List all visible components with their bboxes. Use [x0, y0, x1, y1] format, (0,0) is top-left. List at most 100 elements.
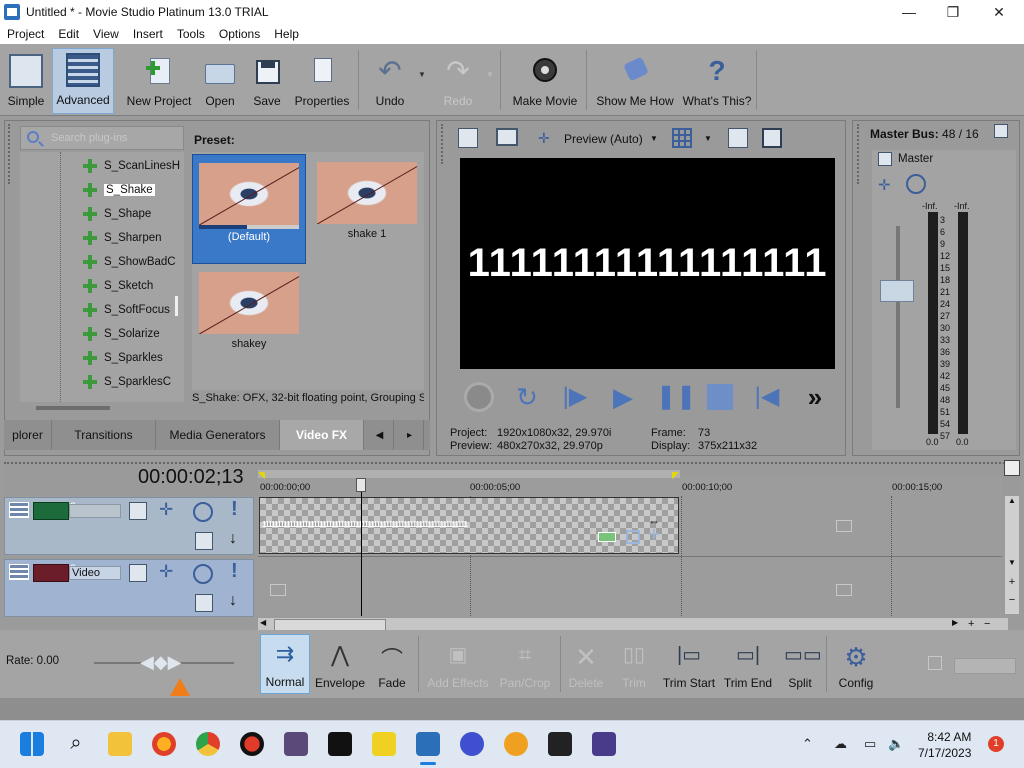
overlays-chevron-icon[interactable]: ▼ — [704, 134, 712, 143]
volume-icon[interactable]: 🔈 — [888, 736, 904, 752]
loop-end-marker-icon[interactable]: ◤ — [672, 470, 679, 481]
undo-dropdown-icon[interactable]: ▼ — [418, 70, 426, 79]
davinci-icon[interactable] — [548, 732, 572, 756]
tab-transitions[interactable]: Transitions — [52, 420, 156, 450]
track-compositing-icon[interactable] — [195, 532, 213, 550]
record-icon[interactable] — [464, 382, 494, 412]
tree-item-selected[interactable]: S_Shake — [82, 180, 155, 200]
menu-view[interactable]: View — [86, 27, 126, 41]
rate-marker-icon[interactable] — [170, 678, 190, 696]
add-effects-button[interactable]: ▣ Add Effects — [426, 634, 490, 694]
track-pan-icon[interactable]: ✛ — [159, 500, 173, 520]
stop-icon[interactable] — [705, 382, 735, 412]
save-button[interactable]: Save — [248, 48, 286, 114]
yellow-app-icon[interactable] — [372, 732, 396, 756]
tree-item[interactable]: S_ScanLinesH — [82, 156, 180, 176]
track-solo-icon[interactable]: ! — [231, 560, 238, 583]
zoom-in-vertical-icon[interactable]: + — [1005, 576, 1019, 590]
menu-insert[interactable]: Insert — [126, 27, 170, 41]
envelope-edit-tool[interactable]: ⋀ Envelope — [314, 634, 366, 694]
video-app-icon[interactable] — [284, 732, 308, 756]
search-input[interactable]: Search plug-ins — [20, 126, 184, 150]
track-solo-icon[interactable]: ! — [231, 498, 238, 521]
close-button[interactable]: ✕ — [976, 0, 1022, 24]
loop-start-marker-icon[interactable]: ◥ — [258, 470, 265, 481]
track-mute-icon[interactable] — [193, 564, 213, 584]
track-header-video-3[interactable]: 3 Video ✛ ! ↓ — [4, 559, 254, 617]
file-explorer-icon[interactable] — [108, 732, 132, 756]
network-icon[interactable]: ▭ — [864, 736, 876, 752]
master-pan-icon[interactable]: ✛ — [878, 176, 891, 194]
preset-shakey[interactable]: shakey — [192, 264, 306, 374]
redo-dropdown-icon[interactable]: ▼ — [486, 70, 494, 79]
tree-item[interactable]: S_Sharpen — [82, 228, 162, 248]
video-event-clip[interactable]: 1111111111111111111111111111111111111111… — [259, 497, 679, 554]
new-project-button[interactable]: New Project — [124, 48, 194, 114]
menu-tools[interactable]: Tools — [170, 27, 212, 41]
advanced-button[interactable]: Advanced — [52, 48, 114, 114]
external-monitor-icon[interactable] — [496, 128, 518, 146]
menu-project[interactable]: Project — [0, 27, 51, 41]
trim-end-button[interactable]: ▭| Trim End — [722, 634, 774, 694]
normal-edit-tool[interactable]: ⇉ Normal — [260, 634, 310, 694]
tray-chevron-icon[interactable]: ⌃ — [802, 736, 813, 752]
config-button[interactable]: ⚙ Config — [834, 634, 878, 694]
tab-video-fx[interactable]: Video FX — [280, 420, 364, 450]
open-button[interactable]: Open — [200, 48, 240, 114]
track-expand-icon[interactable] — [9, 502, 29, 518]
tree-item[interactable]: S_Sketch — [82, 276, 153, 296]
panel-splitter[interactable] — [175, 296, 178, 316]
master-bus-properties-icon[interactable] — [994, 124, 1008, 138]
rate-slider-handle[interactable]: ◀◆▶ — [140, 652, 182, 673]
s-app-icon[interactable] — [504, 732, 528, 756]
copy-snapshot-icon[interactable] — [728, 128, 748, 148]
track-expand-icon[interactable] — [9, 564, 29, 580]
play-from-start-icon[interactable]: |▶ — [560, 382, 590, 412]
menu-help[interactable]: Help — [267, 27, 306, 41]
trim-button[interactable]: ▯▯ Trim — [614, 634, 654, 694]
simple-button[interactable]: Simple — [4, 48, 48, 114]
playhead-handle[interactable] — [356, 478, 366, 492]
tab-media-generators[interactable]: Media Generators — [156, 420, 280, 450]
event-envelope-icon[interactable]: ✛ — [648, 526, 660, 543]
zoom-slider[interactable] — [954, 658, 1016, 674]
make-movie-button[interactable]: Make Movie — [508, 48, 582, 114]
vivaldi-icon[interactable] — [460, 732, 484, 756]
tree-item[interactable]: S_SparklesC — [82, 372, 171, 392]
preset-default[interactable]: (Default) — [192, 154, 306, 264]
go-to-start-icon[interactable]: |◀ — [752, 382, 782, 412]
panel-grip[interactable] — [8, 124, 16, 184]
master-mute-icon[interactable] — [906, 174, 926, 194]
panel-grip[interactable] — [857, 124, 865, 184]
track-header-video-2[interactable]: 2 ✛ ! ↓ — [4, 497, 254, 555]
pause-icon[interactable]: ❚❚ — [656, 382, 696, 412]
whats-this-button[interactable]: ? What's This? — [682, 48, 752, 114]
undo-button[interactable]: ↶ Undo — [368, 48, 412, 114]
playhead-cursor[interactable] — [361, 480, 362, 616]
delete-button[interactable]: ✕ Delete — [566, 634, 606, 694]
track-fx-chain-icon[interactable]: ↓ — [229, 592, 237, 610]
plugin-tree[interactable]: S_ScanLinesH S_Shake S_Shape S_Sharpen S… — [20, 152, 184, 402]
cloud-icon[interactable]: ☁ — [834, 736, 847, 752]
track-pan-icon[interactable]: ✛ — [159, 562, 173, 582]
redo-button[interactable]: ↷ Redo — [436, 48, 480, 114]
preset-shake-1[interactable]: shake 1 — [310, 154, 424, 264]
track-fx-chain-icon[interactable]: ↓ — [229, 530, 237, 548]
go-to-end-icon[interactable]: » — [800, 382, 830, 412]
track-name-input[interactable]: Video — [69, 566, 121, 580]
tab-scroll-left-icon[interactable]: ◀ — [366, 420, 394, 450]
zoom-out-vertical-icon[interactable]: − — [1005, 594, 1019, 608]
menu-options[interactable]: Options — [212, 27, 267, 41]
overlays-grid-icon[interactable] — [672, 128, 692, 148]
menu-edit[interactable]: Edit — [51, 27, 86, 41]
tree-horizontal-scrollbar[interactable] — [36, 406, 110, 410]
trim-start-button[interactable]: |▭ Trim Start — [662, 634, 716, 694]
loop-icon[interactable]: ↻ — [512, 382, 542, 412]
event-fx-icon[interactable] — [626, 530, 640, 544]
tab-explorer[interactable]: plorer — [4, 420, 52, 450]
preview-quality-chevron-icon[interactable]: ▼ — [650, 134, 658, 143]
tree-item[interactable]: S_Shape — [82, 204, 151, 224]
tree-item[interactable]: S_ShowBadC — [82, 252, 176, 272]
taskbar-search-icon[interactable]: ⌕ — [64, 732, 88, 756]
timeline-options-icon[interactable] — [1004, 460, 1020, 476]
